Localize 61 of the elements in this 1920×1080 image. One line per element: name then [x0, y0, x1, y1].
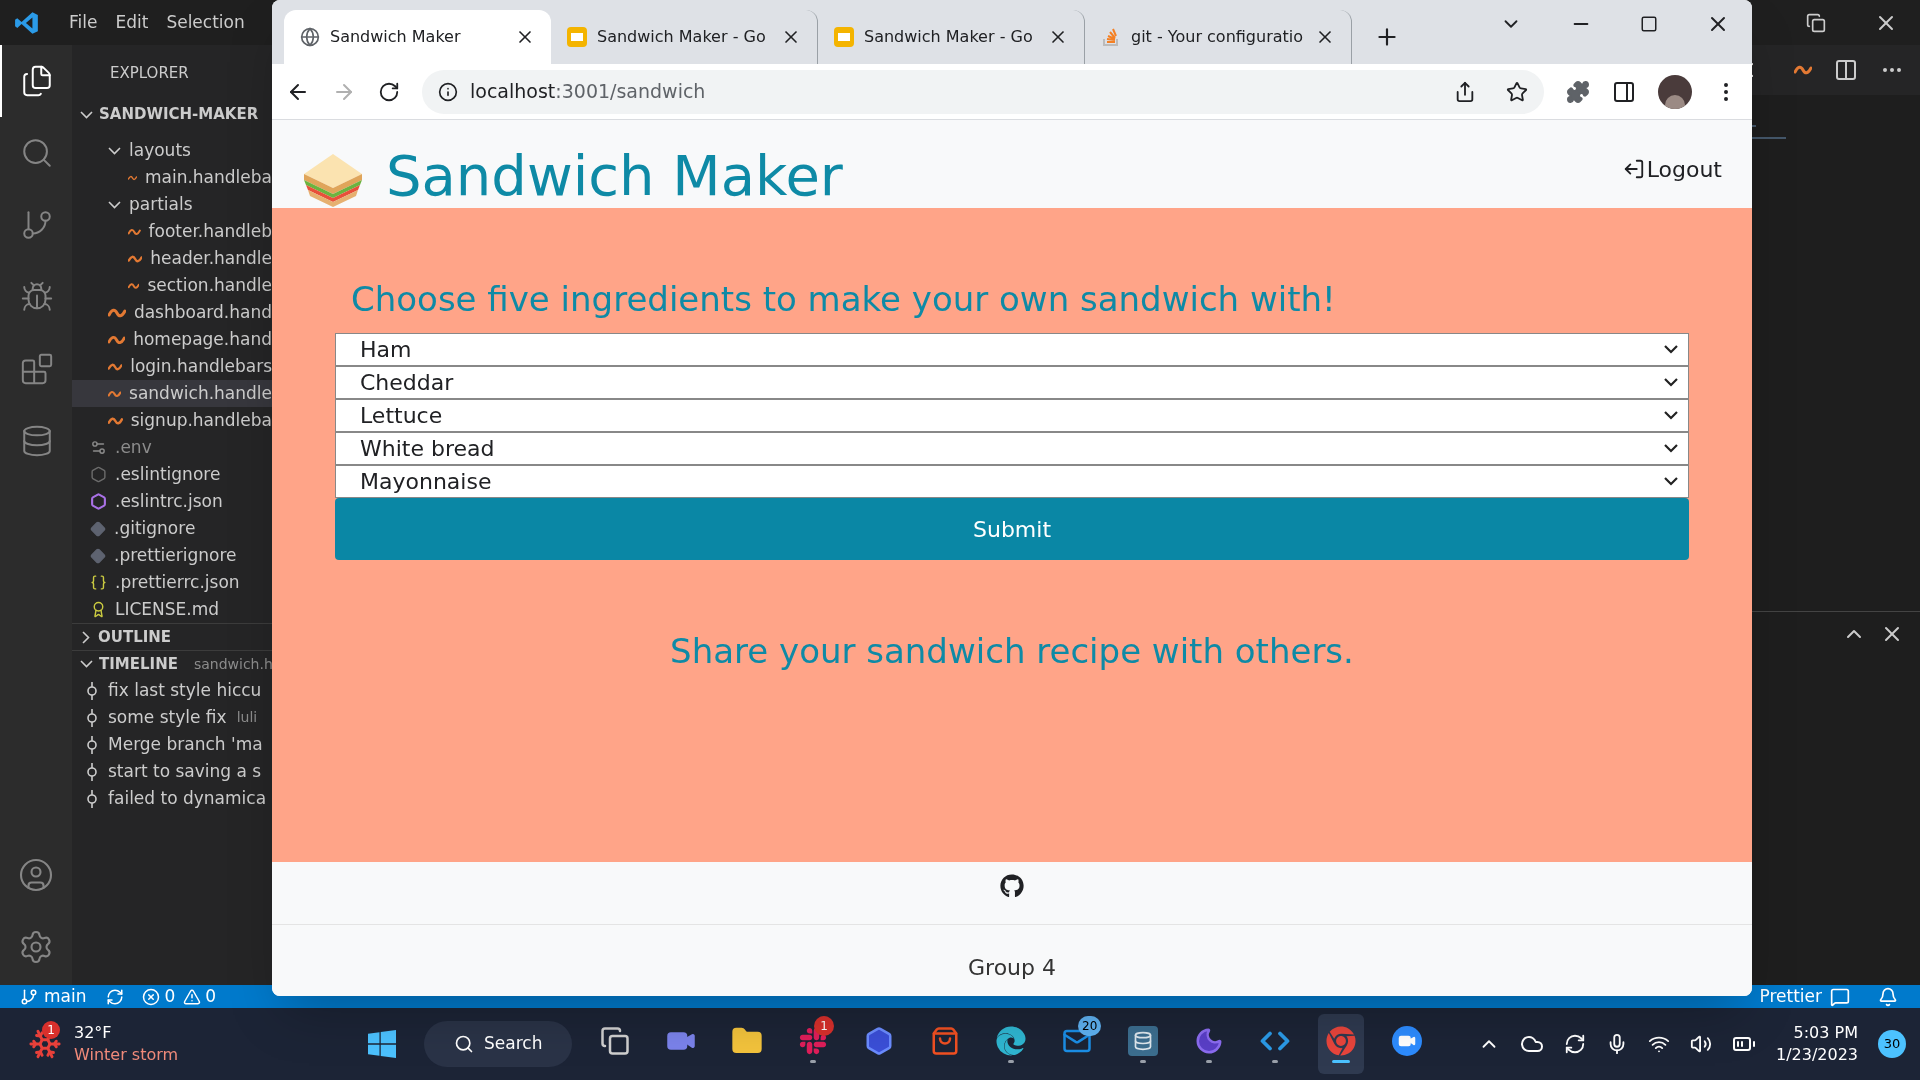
- file-tree-item[interactable]: login.handlebars: [72, 353, 272, 380]
- weather-condition: Winter storm: [74, 1044, 179, 1066]
- file-tree-item[interactable]: homepage.hand: [72, 326, 272, 353]
- notification-badge: 1: [814, 1016, 834, 1036]
- menu-item[interactable]: Edit: [106, 9, 158, 36]
- submit-button[interactable]: Submit: [335, 498, 1689, 560]
- weather-widget[interactable]: 1 32°F Winter storm: [28, 1022, 328, 1066]
- ingredient-select[interactable]: Lettuce: [335, 399, 1689, 432]
- file-tree-item[interactable]: .prettierrc.json: [72, 569, 272, 596]
- temperature: 32°F: [74, 1022, 113, 1044]
- commit-author: luli: [236, 708, 258, 727]
- share-text: Share your sandwich recipe with others.: [669, 630, 1355, 673]
- timeline-item[interactable]: some style fix luli: [72, 704, 272, 731]
- address-bar[interactable]: localhost:3001/sandwich: [422, 69, 1544, 114]
- file-tree-item[interactable]: .prettierignore: [72, 542, 272, 569]
- section-heading: Choose five ingredients to make your own sandwich with!: [351, 278, 1337, 321]
- file-tree-item[interactable]: dashboard.hand: [72, 299, 272, 326]
- clock-date[interactable]: 1/23/2023: [1775, 1044, 1858, 1066]
- file-tree-item[interactable]: partials: [72, 191, 272, 218]
- timeline-item[interactable]: fix last style hiccu: [72, 677, 272, 704]
- footer-text: Group 4: [968, 954, 1056, 982]
- browser-tab[interactable]: Sandwich Maker: [284, 10, 551, 64]
- notification-badge: 20: [1078, 1016, 1102, 1036]
- notification-count[interactable]: 30: [1878, 1030, 1906, 1058]
- panel-title: EXPLORER: [109, 62, 190, 84]
- menu-item[interactable]: File: [60, 9, 107, 36]
- ingredient-select[interactable]: Mayonnaise: [335, 465, 1689, 498]
- file-tree-item[interactable]: .eslintrc.json: [72, 488, 272, 515]
- file-tree-item[interactable]: footer.handleb: [72, 218, 272, 245]
- file-tree-item[interactable]: signup.handleba: [72, 407, 272, 434]
- browser-tab[interactable]: Sandwich Maker - Go: [818, 10, 1085, 64]
- taskbar-button[interactable]: 20: [1054, 1014, 1100, 1074]
- ingredient-select[interactable]: White bread: [335, 432, 1689, 465]
- file-tree-item[interactable]: layouts: [72, 137, 272, 164]
- ingredient-select[interactable]: Cheddar: [335, 366, 1689, 399]
- clock-time[interactable]: 5:03 PM: [1793, 1022, 1858, 1044]
- browser-tab[interactable]: git - Your configuratio: [1085, 10, 1352, 64]
- section-header[interactable]: SANDWICH-MAKER: [72, 101, 272, 128]
- problems-indicator[interactable]: 0 0: [142, 983, 217, 1010]
- file-name: sandwich.h: [193, 654, 272, 674]
- timeline-item[interactable]: failed to dynamica: [72, 785, 272, 812]
- file-tree-item[interactable]: .eslintignore: [72, 461, 272, 488]
- file-tree-item[interactable]: .env: [72, 434, 272, 461]
- file-tree-item[interactable]: section.handle: [72, 272, 272, 299]
- browser-tab[interactable]: Sandwich Maker - Go: [551, 10, 818, 64]
- menu-item[interactable]: Selection: [157, 9, 254, 36]
- file-tree-item[interactable]: LICENSE.md: [72, 596, 272, 623]
- notification-badge: 1: [42, 1021, 60, 1039]
- timeline-item[interactable]: Merge branch 'ma: [72, 731, 272, 758]
- timeline-item[interactable]: start to saving a s: [72, 758, 272, 785]
- formatter-status[interactable]: Prettier: [1759, 983, 1822, 1010]
- branch-indicator[interactable]: main: [20, 983, 87, 1010]
- file-tree-item[interactable]: sandwich.handle: [72, 380, 272, 407]
- site-title: Sandwich Maker: [386, 144, 843, 208]
- taskbar-button[interactable]: 1: [790, 1014, 836, 1074]
- logout-link[interactable]: Logout: [1622, 152, 1722, 186]
- search-button[interactable]: Search: [424, 1021, 572, 1067]
- file-tree-item[interactable]: .gitignore: [72, 515, 272, 542]
- file-tree-item[interactable]: header.handle: [72, 245, 272, 272]
- ingredient-select[interactable]: Ham: [335, 333, 1689, 366]
- file-tree-item[interactable]: main.handleba: [72, 164, 272, 191]
